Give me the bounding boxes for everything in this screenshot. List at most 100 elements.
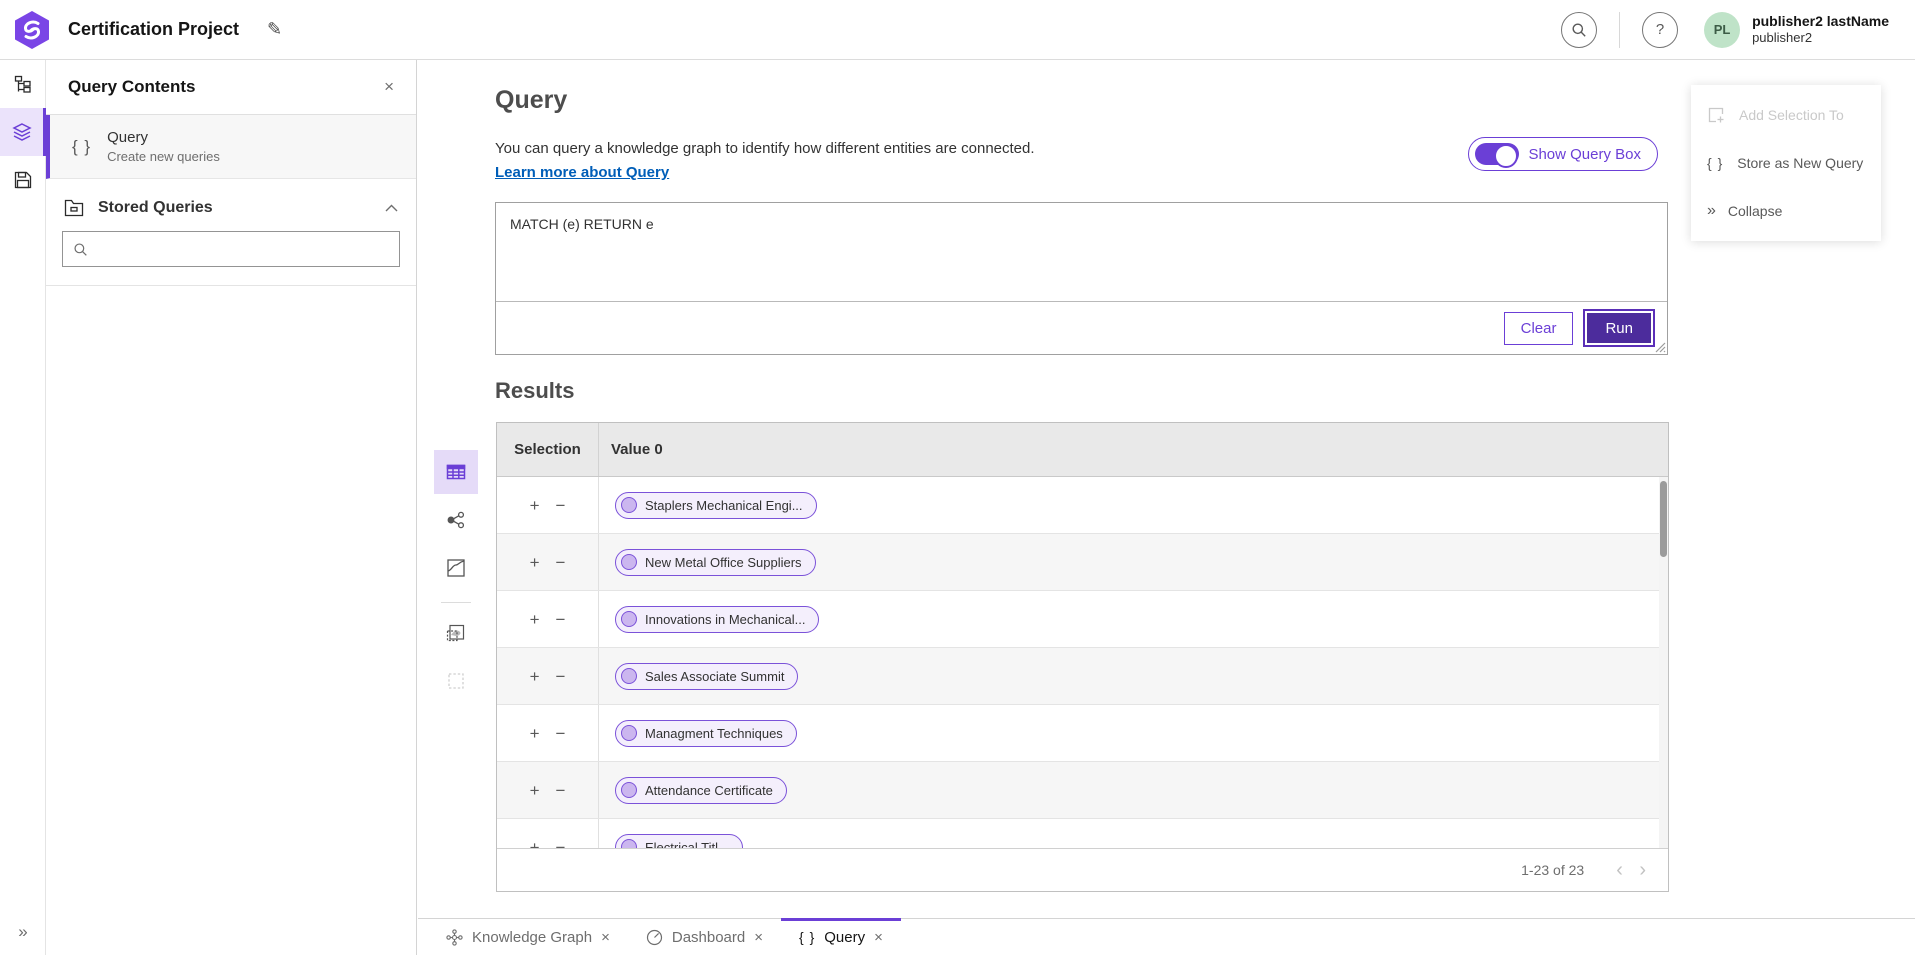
rail-item-layers[interactable] [0,108,46,156]
selection-cell: + − [497,648,598,704]
edit-title-button[interactable]: ✎ [261,18,288,41]
search-icon [1571,22,1587,38]
entity-pill[interactable]: Innovations in Mechanical... [615,606,819,633]
previous-page-button[interactable]: ‹ [1610,860,1629,880]
view-link-chart-button[interactable] [434,498,478,542]
stored-queries-search-input[interactable] [96,240,389,258]
rail-item-hierarchy[interactable] [0,60,46,108]
add-to-selection-button[interactable]: + [528,782,542,799]
stored-queries-section: Stored Queries [46,179,416,286]
query-editor-panel: MATCH (e) RETURN e Clear Run [495,202,1668,355]
project-title: Certification Project [68,19,239,40]
pencil-icon: ✎ [267,19,282,39]
table-scrollbar-thumb[interactable] [1660,481,1667,557]
run-button[interactable]: Run [1585,311,1653,345]
entity-dot-icon [621,611,637,627]
user-avatar[interactable]: PL [1704,12,1740,48]
table-row: + − Managment Techniques [497,705,1668,762]
add-to-selection-button[interactable]: + [528,611,542,628]
add-to-selection-button[interactable]: + [528,725,542,742]
expand-rail-button[interactable]: » [0,921,46,943]
search-button[interactable] [1561,12,1597,48]
user-name: publisher2 lastName [1752,13,1889,31]
view-map-button[interactable] [434,546,478,590]
query-item-text: Query Create new queries [107,129,220,164]
query-item-title: Query [107,129,220,146]
remove-from-selection-button[interactable]: − [554,782,568,799]
results-title: Results [495,378,574,404]
app-logo-icon [14,10,50,50]
stored-queries-search[interactable] [62,231,400,267]
show-query-box-toggle[interactable]: Show Query Box [1468,137,1658,171]
panel-title: Query Contents [68,77,380,97]
entity-pill[interactable]: New Metal Office Suppliers [615,549,816,576]
menu-item-collapse[interactable]: » Collapse [1691,187,1881,235]
remove-from-selection-button[interactable]: − [554,839,568,849]
tab-dashboard[interactable]: Dashboard × [628,919,781,955]
clear-button[interactable]: Clear [1504,312,1574,345]
top-header-bar: Certification Project ✎ ? PL publisher2 … [0,0,1915,60]
resize-handle-icon[interactable] [1653,340,1666,353]
selection-cell: + − [497,819,598,848]
table-scrollbar-track[interactable] [1659,477,1668,848]
left-icon-rail: » [0,60,46,955]
help-icon: ? [1656,21,1664,38]
entity-pill[interactable]: Sales Associate Summit [615,663,798,690]
remove-from-selection-button[interactable]: − [554,668,568,685]
add-to-selection-button[interactable]: + [528,668,542,685]
toggle-switch-icon [1475,143,1519,165]
entity-pill[interactable]: Staplers Mechanical Engi... [615,492,817,519]
stored-queries-header[interactable]: Stored Queries [62,199,400,231]
hierarchy-icon [14,75,33,94]
learn-more-link[interactable]: Learn more about Query [495,164,669,181]
entity-pill[interactable]: Managment Techniques [615,720,797,747]
user-info[interactable]: publisher2 lastName publisher2 [1752,13,1889,47]
entity-dot-icon [621,668,637,684]
remove-from-selection-button[interactable]: − [554,497,568,514]
query-text-input[interactable]: MATCH (e) RETURN e [496,203,1667,302]
query-list-item[interactable]: { } Query Create new queries [46,115,416,179]
query-item-subtitle: Create new queries [107,149,220,164]
add-to-selection-button[interactable]: + [528,497,542,514]
column-header-selection: Selection [497,441,598,458]
view-map-selection-button[interactable] [434,611,478,655]
add-to-selection-button[interactable]: + [528,839,542,849]
add-to-selection-button[interactable]: + [528,554,542,571]
stored-queries-folder-icon [64,199,84,217]
remove-from-selection-button[interactable]: − [554,554,568,571]
query-tab-content: Query You can query a knowledge graph to… [418,60,1915,955]
braces-icon: { } [72,137,91,157]
panel-header: Query Contents × [46,60,416,115]
menu-item-store-as-new-query[interactable]: { } Store as New Query [1691,139,1881,187]
selection-cell: + − [497,534,598,590]
next-page-button[interactable]: › [1633,860,1652,880]
knowledge-graph-icon [446,929,463,946]
table-body: + − Staplers Mechanical Engi... + − New … [497,477,1668,848]
toggle-label: Show Query Box [1528,146,1641,163]
tab-knowledge-graph[interactable]: Knowledge Graph × [428,919,628,955]
entity-dot-icon [621,839,637,848]
entity-pill-label: Attendance Certificate [645,783,773,798]
close-panel-button[interactable]: × [380,75,398,99]
close-tab-button[interactable]: × [754,929,763,946]
entity-pill[interactable]: Electrical Titl... [615,834,743,849]
column-header-value0: Value 0 [598,423,1668,476]
tab-label: Dashboard [672,929,745,946]
layers-icon [12,122,32,142]
close-icon: × [754,929,763,946]
close-tab-button[interactable]: × [601,929,610,946]
remove-from-selection-button[interactable]: − [554,611,568,628]
close-tab-button[interactable]: × [874,929,883,946]
results-table: Selection Value 0 + − Staplers Mechanica… [496,422,1669,892]
value-cell: Sales Associate Summit [598,648,1668,704]
rail-item-save[interactable] [0,156,46,204]
entity-pill-label: Sales Associate Summit [645,669,784,684]
tab-query[interactable]: { } Query × [781,919,901,955]
pagination-bar: 1-23 of 23 ‹ › [497,848,1668,891]
remove-from-selection-button[interactable]: − [554,725,568,742]
query-actions-bar: Clear Run [496,302,1667,354]
help-button[interactable]: ? [1642,12,1678,48]
view-table-button[interactable] [434,450,478,494]
selection-cell: + − [497,591,598,647]
entity-pill[interactable]: Attendance Certificate [615,777,787,804]
